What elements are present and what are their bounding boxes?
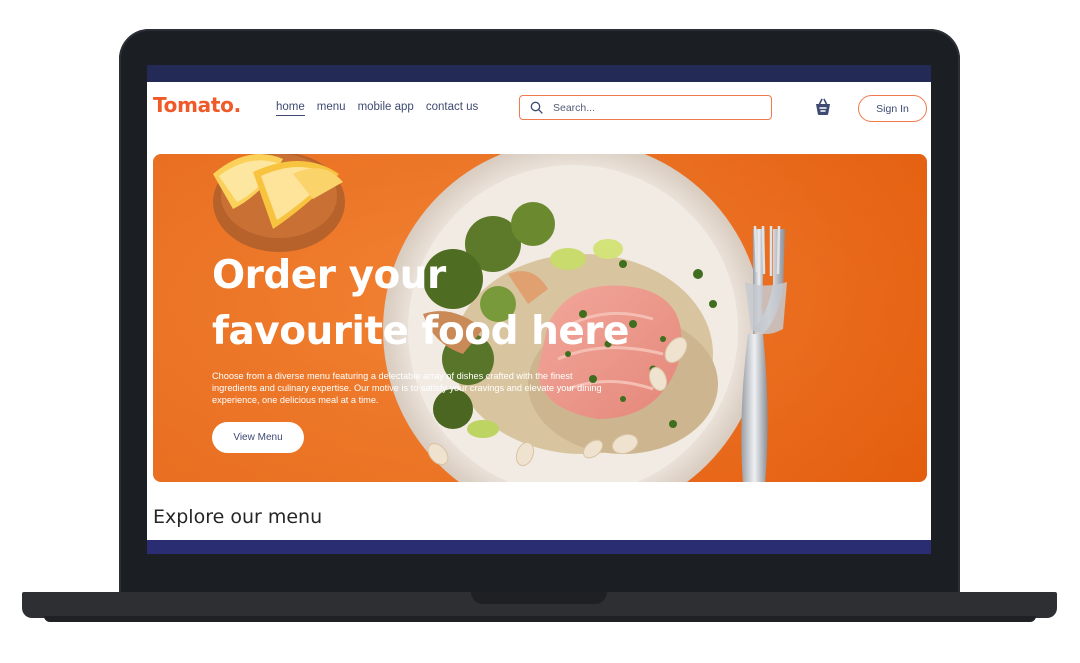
nav-item-menu[interactable]: menu — [317, 101, 346, 116]
search-bar — [519, 95, 772, 120]
nav-item-mobile-app[interactable]: mobile app — [358, 101, 414, 116]
screen-bottom-strip — [147, 540, 931, 554]
laptop-base-shadow — [44, 616, 1036, 622]
search-input[interactable] — [551, 100, 755, 115]
explore-menu-heading: Explore our menu — [153, 506, 323, 528]
hero-description: Choose from a diverse menu featuring a d… — [212, 371, 602, 406]
nav-item-home[interactable]: home — [276, 101, 305, 116]
view-menu-button[interactable]: View Menu — [212, 422, 304, 453]
sign-in-button[interactable]: Sign In — [858, 95, 927, 122]
laptop-mockup: Tomato. home menu mobile app contact us … — [0, 0, 1080, 663]
main-nav: home menu mobile app contact us — [276, 101, 478, 116]
site-logo[interactable]: Tomato. — [153, 93, 241, 117]
laptop-screen: Tomato. home menu mobile app contact us … — [147, 65, 931, 554]
laptop-notch — [471, 592, 607, 604]
nav-item-contact-us[interactable]: contact us — [426, 101, 478, 116]
screen-top-strip — [147, 65, 931, 82]
search-icon[interactable] — [530, 101, 543, 114]
hero-banner: Order your favourite food here Choose fr… — [153, 154, 927, 482]
hero-title: Order your favourite food here — [212, 253, 630, 354]
basket-icon[interactable] — [813, 97, 833, 117]
